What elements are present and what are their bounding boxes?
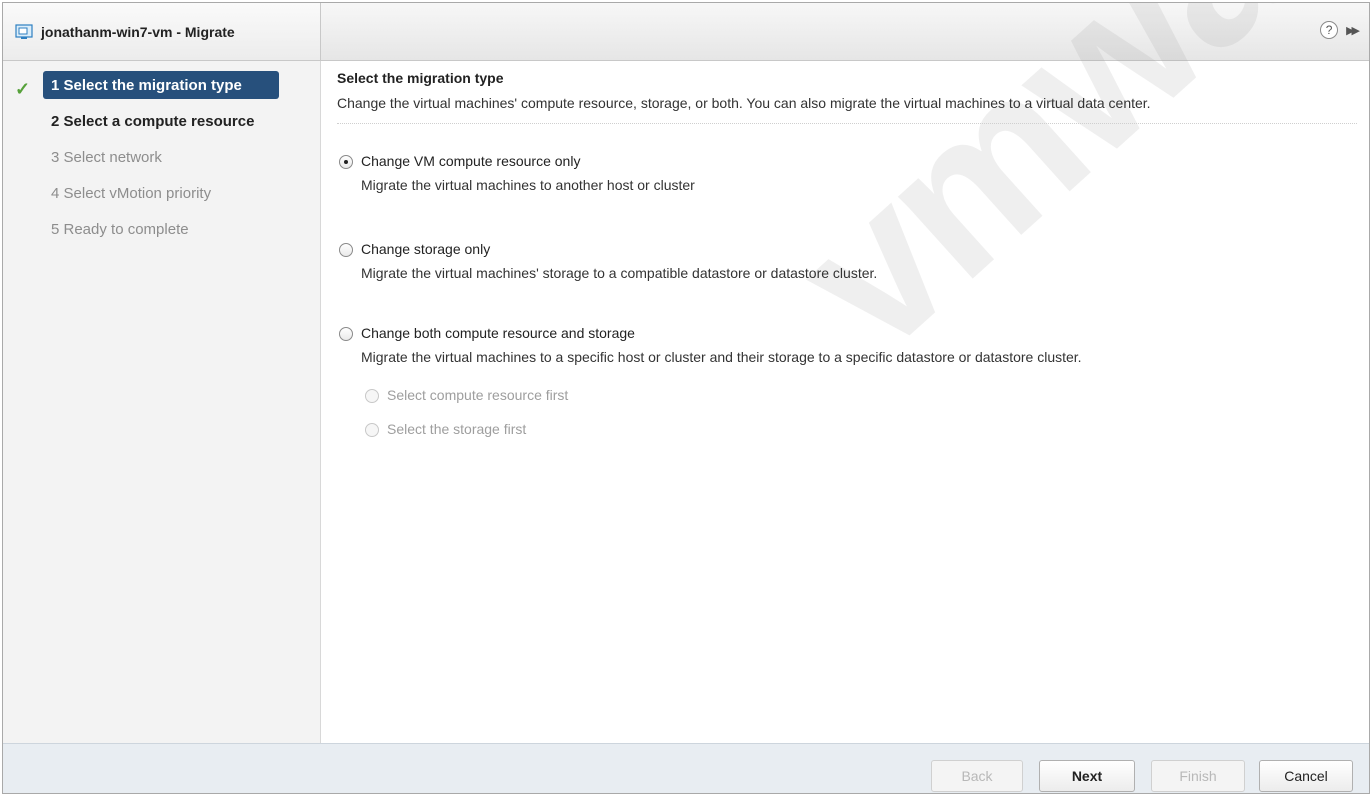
radio-compute-first: [365, 389, 379, 403]
next-button[interactable]: Next: [1039, 760, 1135, 792]
radio-compute-only[interactable]: [339, 155, 353, 169]
expand-icon[interactable]: ▶▶: [1346, 24, 1360, 37]
page-description: Change the virtual machines' compute res…: [337, 95, 1151, 111]
option-description: Migrate the virtual machines to a specif…: [361, 349, 1082, 365]
step-select-network: 3 Select network: [51, 148, 162, 166]
back-button: Back: [931, 760, 1023, 792]
radio-compute-and-storage[interactable]: [339, 327, 353, 341]
option-label: Change storage only: [361, 241, 491, 257]
finish-button: Finish: [1151, 760, 1245, 792]
title-bar: jonathanm-win7-vm - Migrate ? ▶▶: [3, 3, 1369, 61]
option-label: Change both compute resource and storage: [361, 325, 635, 341]
option-description: Migrate the virtual machines' storage to…: [361, 265, 878, 281]
radio-storage-only[interactable]: [339, 243, 353, 257]
step-select-migration-type[interactable]: 1 Select the migration type: [43, 71, 279, 99]
title-tab: jonathanm-win7-vm - Migrate: [3, 3, 321, 60]
sub-option-label: Select compute resource first: [387, 387, 569, 403]
help-icon[interactable]: ?: [1320, 21, 1339, 39]
footer-bar: Back Next Finish Cancel: [3, 743, 1369, 793]
title-actions: ? ▶▶: [1320, 21, 1360, 39]
migrate-dialog: jonathanm-win7-vm - Migrate ? ▶▶ ✓ 1 Sel…: [2, 2, 1370, 794]
window-title: jonathanm-win7-vm - Migrate: [41, 23, 235, 40]
wizard-steps-sidebar: ✓ 1 Select the migration type 2 Select a…: [3, 61, 321, 743]
page-title: Select the migration type: [337, 70, 504, 86]
cancel-button[interactable]: Cancel: [1259, 760, 1353, 792]
step-select-compute-resource[interactable]: 2 Select a compute resource: [43, 107, 262, 135]
option-description: Migrate the virtual machines to another …: [361, 177, 695, 193]
vm-icon: [15, 23, 33, 39]
step-ready-to-complete: 5 Ready to complete: [51, 220, 189, 238]
checkmark-icon: ✓: [15, 79, 31, 99]
option-label: Change VM compute resource only: [361, 153, 581, 169]
radio-storage-first: [365, 423, 379, 437]
sub-option-label: Select the storage first: [387, 421, 527, 437]
main-content: vmware Select the migration type Change …: [321, 3, 1369, 743]
step-select-vmotion-priority: 4 Select vMotion priority: [51, 184, 212, 202]
divider: [337, 123, 1357, 124]
